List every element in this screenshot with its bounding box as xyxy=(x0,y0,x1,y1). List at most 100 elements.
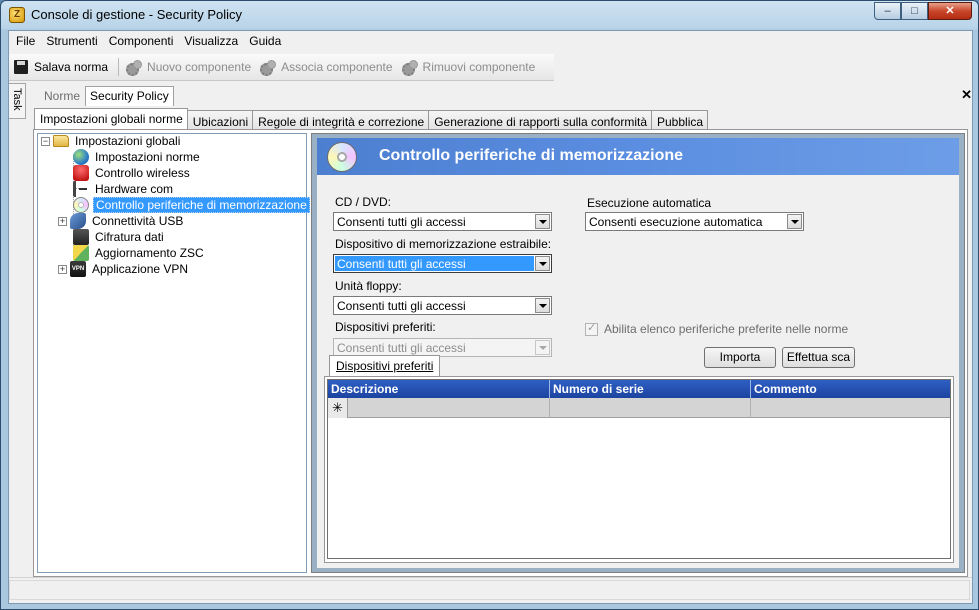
tree-item-label: Aggiornamento ZSC xyxy=(95,246,204,260)
panel-title: Controllo periferiche di memorizzazione xyxy=(379,147,684,164)
save-policy-button[interactable]: Salava norma xyxy=(12,56,114,78)
tree-item-label: Cifratura dati xyxy=(95,230,164,244)
document-tabs: Norme Security Policy xyxy=(39,86,174,106)
menu-guida[interactable]: Guida xyxy=(244,31,287,53)
floppy-value: Consenti tutti gli accessi xyxy=(337,299,466,313)
tab-preferred-devices-label: Dispositivi preferiti xyxy=(336,359,434,373)
panel-header: Controllo periferiche di memorizzazione xyxy=(317,138,959,175)
task-pane-label: Task xyxy=(11,88,23,111)
settings-panel-body: Controllo periferiche di memorizzazione … xyxy=(317,138,959,568)
autorun-select[interactable]: Consenti esecuzione automatica xyxy=(585,212,804,231)
component-icon xyxy=(125,60,143,76)
collapse-icon[interactable]: − xyxy=(41,136,50,146)
column-header-serial[interactable]: Numero di serie xyxy=(550,380,751,398)
close-button[interactable]: ✕ xyxy=(928,2,972,20)
window-title: Console di gestione - Security Policy xyxy=(31,7,242,22)
expand-icon[interactable]: + xyxy=(58,264,67,274)
preferred-devices-grid: Descrizione Numero di serie Commento ✳ xyxy=(327,379,951,559)
chevron-down-icon[interactable] xyxy=(535,298,550,313)
tree-item-label: Controllo periferiche di memorizzazione xyxy=(93,197,310,213)
cd-icon xyxy=(73,197,89,213)
chevron-down-icon[interactable] xyxy=(535,340,550,355)
client-area: File Strumenti Componenti Visualizza Gui… xyxy=(8,30,973,604)
new-row-icon: ✳ xyxy=(328,398,348,418)
hardware-port-icon xyxy=(73,181,89,197)
tab-norme[interactable]: Norme xyxy=(39,86,85,106)
chevron-down-icon[interactable] xyxy=(535,214,550,229)
tree-item-hardware-com[interactable]: Hardware com xyxy=(73,181,175,197)
tab-security-policy[interactable]: Security Policy xyxy=(85,86,174,106)
new-component-button[interactable]: Nuovo componente xyxy=(123,56,257,78)
floppy-disk-icon xyxy=(14,60,28,74)
usb-icon xyxy=(70,213,86,229)
removable-storage-select[interactable]: Consenti tutti gli accessi xyxy=(333,254,552,273)
tree-item-vpn-enforcement[interactable]: + VPN Applicazione VPN xyxy=(58,261,190,277)
checkbox-icon[interactable] xyxy=(585,321,598,336)
tree-item-label: Hardware com xyxy=(95,182,174,196)
grid-cell-description[interactable] xyxy=(348,398,550,418)
remove-component-button[interactable]: Rimuovi componente xyxy=(399,56,542,78)
grid-cell-comment[interactable] xyxy=(751,398,950,418)
autorun-label: Esecuzione automatica xyxy=(587,196,712,210)
menu-file[interactable]: File xyxy=(11,31,41,53)
settings-panel: Controllo periferiche di memorizzazione … xyxy=(311,133,965,573)
removable-storage-value: Consenti tutti gli accessi xyxy=(335,256,534,271)
associate-component-label: Associa componente xyxy=(281,60,393,74)
grid-cell-serial[interactable] xyxy=(550,398,751,418)
menu-visualizza[interactable]: Visualizza xyxy=(179,31,244,53)
cd-dvd-select[interactable]: Consenti tutti gli accessi xyxy=(333,212,552,231)
preferred-devices-value: Consenti tutti gli accessi xyxy=(337,341,466,355)
tree-item-wireless-control[interactable]: Controllo wireless xyxy=(73,165,192,181)
chevron-down-icon[interactable] xyxy=(787,214,802,229)
minimize-button[interactable]: – xyxy=(874,2,901,20)
vpn-icon: VPN xyxy=(70,261,86,277)
tree-item-label: Controllo wireless xyxy=(95,166,190,180)
enable-preferred-label: Abilita elenco periferiche preferite nel… xyxy=(604,322,849,336)
save-policy-label: Salava norma xyxy=(34,60,109,74)
tree-item-policy-settings[interactable]: Impostazioni norme xyxy=(73,149,202,165)
tree-item-zsc-update[interactable]: Aggiornamento ZSC xyxy=(73,245,206,261)
tab-preferred-devices[interactable]: Dispositivi preferiti xyxy=(329,355,441,377)
menu-componenti[interactable]: Componenti xyxy=(104,31,180,53)
cd-icon xyxy=(327,142,357,172)
new-row[interactable]: ✳ xyxy=(328,398,950,418)
scan-button[interactable]: Effettua sca xyxy=(782,347,855,368)
tree-item-global-settings[interactable]: − Impostazioni globali xyxy=(41,133,182,149)
chevron-down-icon[interactable] xyxy=(535,256,550,271)
application-window: Z Console di gestione - Security Policy … xyxy=(0,0,979,610)
component-icon xyxy=(259,60,277,76)
tab-publish[interactable]: Pubblica xyxy=(651,110,709,130)
cd-dvd-label: CD / DVD: xyxy=(335,195,392,209)
enable-preferred-checkbox[interactable]: Abilita elenco periferiche preferite nel… xyxy=(585,321,849,336)
status-bar xyxy=(9,577,972,603)
tab-global-settings[interactable]: Impostazioni globali norme xyxy=(34,108,188,130)
import-button[interactable]: Importa xyxy=(704,347,776,368)
toolbar-separator xyxy=(118,58,120,76)
menu-strumenti[interactable]: Strumenti xyxy=(41,31,103,53)
maximize-button[interactable]: □ xyxy=(901,2,928,20)
scan-button-label: Effettua sca xyxy=(786,350,851,364)
tree-item-data-encryption[interactable]: Cifratura dati xyxy=(73,229,166,245)
tree-item-storage-device-control[interactable]: Controllo periferiche di memorizzazione xyxy=(73,197,310,213)
column-header-description[interactable]: Descrizione xyxy=(328,380,550,398)
floppy-select[interactable]: Consenti tutti gli accessi xyxy=(333,296,552,315)
wireless-icon xyxy=(73,165,89,181)
folder-icon xyxy=(53,135,69,147)
removable-storage-label: Dispositivo di memorizzazione estraibile… xyxy=(335,237,552,251)
floppy-label: Unità floppy: xyxy=(335,279,402,293)
expand-icon[interactable]: + xyxy=(58,216,67,226)
associate-component-button[interactable]: Associa componente xyxy=(257,56,398,78)
tab-compliance-reporting[interactable]: Generazione di rapporti sulla conformità xyxy=(428,110,652,130)
task-pane-tab[interactable]: Task xyxy=(9,83,26,119)
autorun-value: Consenti esecuzione automatica xyxy=(589,215,763,229)
tab-locations[interactable]: Ubicazioni xyxy=(186,110,254,130)
column-header-comment[interactable]: Commento xyxy=(751,380,950,398)
menu-bar: File Strumenti Componenti Visualizza Gui… xyxy=(9,31,972,53)
preferred-devices-tab-content: Descrizione Numero di serie Commento ✳ xyxy=(324,376,954,563)
close-document-icon[interactable]: ✕ xyxy=(961,87,972,103)
caption-buttons: – □ ✕ xyxy=(874,2,972,20)
cd-dvd-value: Consenti tutti gli accessi xyxy=(337,215,466,229)
preferred-devices-label: Dispositivi preferiti: xyxy=(335,320,436,334)
tree-item-usb-connectivity[interactable]: + Connettività USB xyxy=(58,213,185,229)
tab-integrity-rules[interactable]: Regole di integrità e correzione xyxy=(252,110,430,130)
